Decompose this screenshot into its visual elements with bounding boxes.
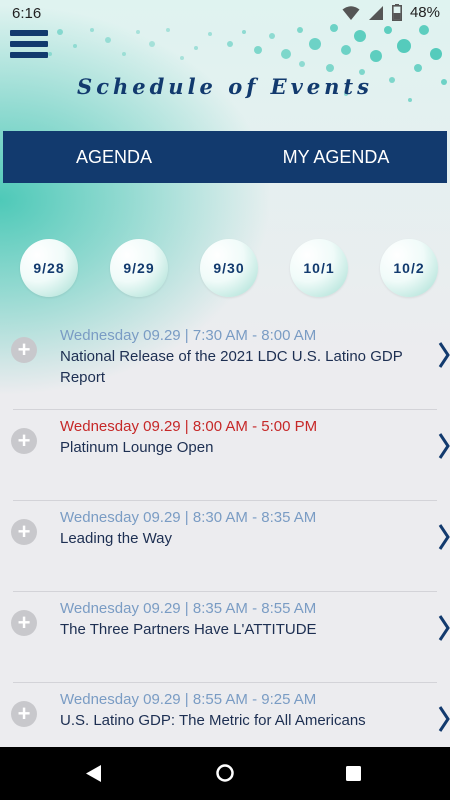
tab-agenda[interactable]: AGENDA [3, 131, 225, 183]
agenda-tabs: AGENDA MY AGENDA [3, 131, 447, 183]
add-to-agenda-plus-icon[interactable]: + [11, 610, 37, 636]
hamburger-menu-icon[interactable] [10, 30, 48, 66]
event-title: Leading the Way [60, 530, 173, 547]
event-time: Wednesday 09.29 | 8:35 AM - 8:55 AM [60, 600, 317, 617]
wifi-icon [342, 5, 360, 20]
date-chip-9-28[interactable]: 9/28 [20, 239, 78, 297]
event-title: U.S. Latino GDP: The Metric for All Amer… [60, 712, 366, 729]
system-nav-bar [0, 747, 450, 800]
status-icons: 48% [342, 4, 440, 21]
event-time: Wednesday 09.29 | 8:55 AM - 9:25 AM [60, 691, 317, 708]
date-chip-9-30[interactable]: 9/30 [200, 239, 258, 297]
recents-icon[interactable] [346, 766, 361, 781]
date-chip-10-1[interactable]: 10/1 [290, 239, 348, 297]
battery-icon [391, 4, 402, 21]
back-icon[interactable] [86, 765, 102, 782]
chevron-right-icon[interactable] [437, 431, 450, 461]
event-title: Platinum Lounge Open [60, 439, 214, 456]
event-time: Wednesday 09.29 | 7:30 AM - 8:00 AM [60, 327, 317, 344]
date-chip-10-2[interactable]: 10/2 [380, 239, 438, 297]
event-row[interactable]: + Wednesday 09.29 | 8:00 AM - 5:00 PM Pl… [0, 409, 450, 501]
event-row[interactable]: + Wednesday 09.29 | 7:30 AM - 8:00 AM Na… [0, 318, 450, 410]
event-time: Wednesday 09.29 | 8:30 AM - 8:35 AM [60, 509, 317, 526]
add-to-agenda-plus-icon[interactable]: + [11, 337, 37, 363]
add-to-agenda-plus-icon[interactable]: + [11, 428, 37, 454]
tab-my-agenda[interactable]: MY AGENDA [225, 131, 447, 183]
status-bar: 6:16 48% [0, 0, 450, 28]
chevron-right-icon[interactable] [437, 613, 450, 643]
date-selector: 9/28 9/29 9/30 10/1 10/2 [0, 239, 450, 297]
add-to-agenda-plus-icon[interactable]: + [11, 701, 37, 727]
date-chip-9-29[interactable]: 9/29 [110, 239, 168, 297]
battery-percent: 48% [409, 4, 440, 21]
chevron-right-icon[interactable] [437, 340, 450, 370]
event-time: Wednesday 09.29 | 8:00 AM - 5:00 PM [60, 418, 318, 435]
signal-icon [368, 5, 383, 20]
add-to-agenda-plus-icon[interactable]: + [11, 519, 37, 545]
status-time: 6:16 [12, 5, 42, 22]
chevron-right-icon[interactable] [437, 522, 450, 552]
event-row[interactable]: + Wednesday 09.29 | 8:30 AM - 8:35 AM Le… [0, 500, 450, 592]
page-title: Schedule of Events [77, 74, 373, 99]
event-list: + Wednesday 09.29 | 7:30 AM - 8:00 AM Na… [0, 318, 450, 773]
event-title: The Three Partners Have L'ATTITUDE [60, 621, 317, 638]
home-icon[interactable] [215, 763, 235, 783]
event-title: National Release of the 2021 LDC U.S. La… [60, 348, 403, 386]
event-row[interactable]: + Wednesday 09.29 | 8:35 AM - 8:55 AM Th… [0, 591, 450, 683]
chevron-right-icon[interactable] [437, 704, 450, 734]
